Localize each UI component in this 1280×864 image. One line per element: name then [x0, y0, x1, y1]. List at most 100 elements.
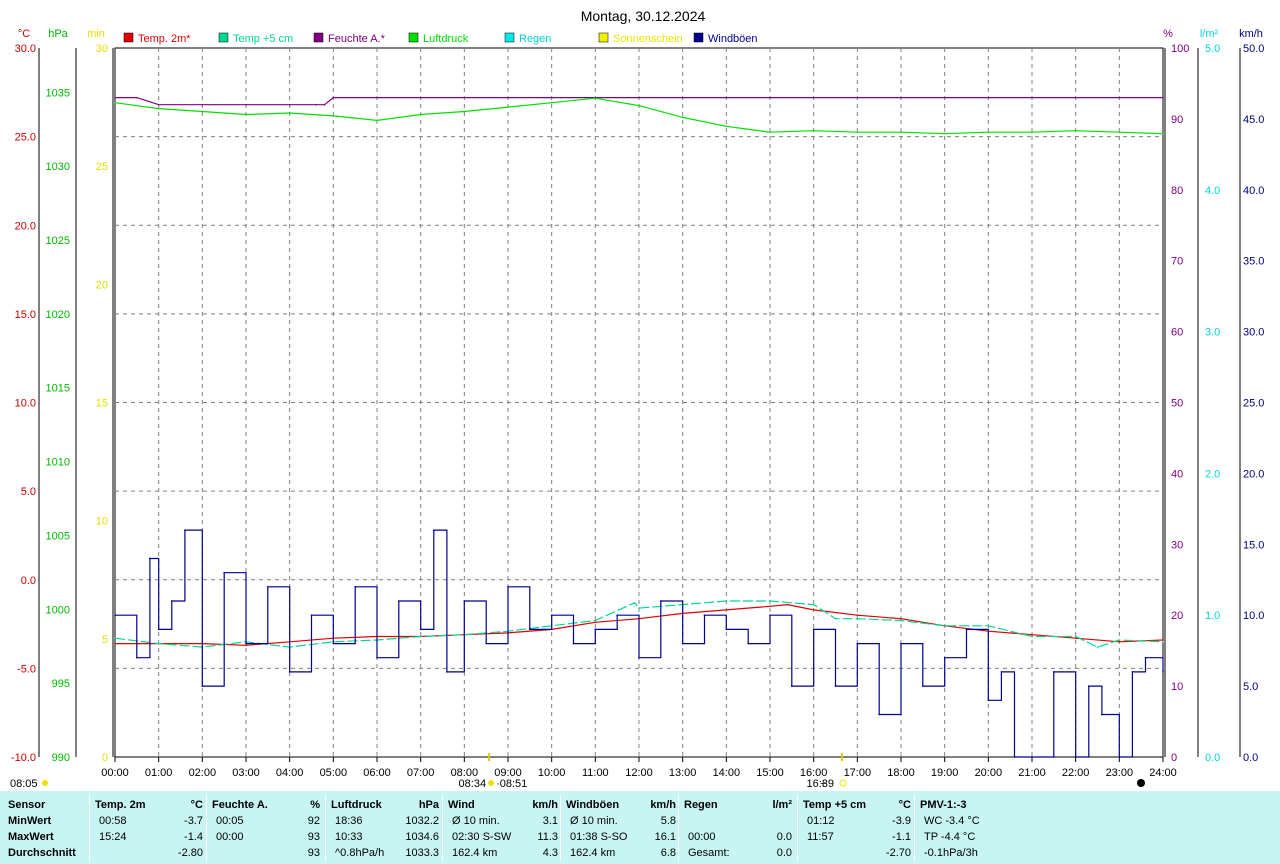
series-point	[1074, 635, 1077, 638]
series-point	[1162, 640, 1164, 643]
series-point	[114, 96, 116, 99]
series-point	[114, 637, 116, 640]
series-point	[703, 614, 706, 616]
legend-swatch	[218, 32, 229, 43]
legend-label: Sonnenschein	[613, 33, 683, 45]
series-point	[900, 619, 902, 622]
series-point	[681, 96, 684, 99]
stats-cell-time: -0.1hPa/3h	[924, 847, 978, 859]
press-tick-label: 1010	[46, 457, 70, 469]
hum-tick-label: 100	[1171, 43, 1189, 55]
wind-tick-label: 15.0	[1243, 539, 1264, 551]
chart-title: Montag, 30.12.2024	[581, 8, 706, 24]
series-point	[725, 600, 728, 602]
series-point	[114, 642, 116, 645]
stats-unit: %	[310, 799, 320, 811]
stats-column-divider	[89, 795, 90, 861]
x-tick-label: 23:00	[1106, 767, 1134, 779]
series-point	[747, 642, 749, 645]
series-point	[507, 106, 509, 108]
stats-row-label: Durchschnitt	[8, 847, 76, 859]
series-point	[594, 621, 597, 624]
x-tick-label: 14:00	[713, 767, 741, 779]
rain-axis-unit: l/m²	[1200, 28, 1219, 40]
series-point	[332, 642, 335, 645]
x-tick-label: 01:00	[145, 767, 173, 779]
temp-tick-label: 25.0	[15, 132, 36, 144]
series-point	[812, 609, 815, 611]
series-point	[1087, 685, 1090, 687]
stats-unit: °C	[190, 799, 203, 811]
legend-swatch	[693, 32, 704, 43]
series-point	[900, 131, 902, 133]
hum-tick-label: 10	[1171, 681, 1183, 693]
sunshine-start-label: 08:05	[10, 778, 38, 790]
hum-axis-unit: %	[1163, 28, 1173, 40]
series-point	[616, 614, 618, 616]
series-point	[1101, 713, 1103, 716]
series-point	[157, 103, 160, 106]
x-tick-label: 19:00	[931, 767, 959, 779]
series-point	[856, 617, 859, 620]
wind-tick-label: 50.0	[1243, 43, 1264, 55]
legend-label: Feuchte A.*	[328, 33, 386, 45]
rain-tick-label: 4.0	[1205, 185, 1220, 197]
hum-tick-label: 50	[1171, 398, 1183, 410]
weather-chart-page: Montag, 30.12.2024 Temp. 2m* Temp +5 cm Fe…	[0, 0, 1280, 864]
series-point	[812, 129, 815, 132]
series-point	[638, 656, 640, 659]
x-tick-label: 03:00	[232, 767, 260, 779]
stats-cell-time: WC -3.4 °C	[924, 815, 980, 827]
wind-axis-unit: km/h	[1239, 28, 1263, 40]
series-point	[1096, 646, 1099, 648]
stats-column-divider	[206, 795, 207, 861]
series-point	[769, 600, 771, 602]
stats-unit: km/h	[650, 799, 676, 811]
series-point	[550, 101, 553, 104]
press-axis-unit: hPa	[48, 28, 68, 40]
series-point	[1074, 96, 1077, 99]
x-tick-label: 24:00	[1149, 767, 1177, 779]
stats-header: PMV-1:-3	[920, 799, 967, 811]
series-point	[1118, 640, 1121, 643]
x-tick-label: 04:00	[276, 767, 304, 779]
temp-axis-unit: °C	[18, 28, 30, 40]
x-tick-label: 10:00	[538, 767, 566, 779]
series-point	[1053, 671, 1055, 673]
x-tick-label: 07:00	[407, 767, 435, 779]
series-point	[812, 603, 815, 606]
series-point	[725, 125, 728, 128]
series-point	[1144, 656, 1147, 659]
x-tick-label: 12:00	[625, 767, 653, 779]
series-point	[987, 131, 990, 133]
series-point	[354, 586, 356, 588]
legend-label: Temp. 2m*	[138, 33, 191, 45]
series-point	[943, 656, 946, 659]
x-tick-label: 17:00	[844, 767, 872, 779]
temp-tick-label: 30.0	[15, 43, 36, 55]
sun-tick-label: 0	[102, 752, 108, 764]
wind-tick-label: 35.0	[1243, 256, 1264, 268]
series-point	[550, 96, 553, 99]
series-point	[114, 614, 116, 616]
temp-tick-label: -10.0	[11, 752, 36, 764]
legend-swatch	[504, 32, 515, 43]
hum-tick-label: 30	[1171, 539, 1183, 551]
wind-tick-label: 0.0	[1243, 752, 1258, 764]
series-point	[769, 614, 771, 616]
stats-cell-value: 16.1	[654, 831, 676, 843]
sunrise-icon	[488, 780, 495, 786]
series-point	[507, 586, 509, 588]
series-point	[419, 113, 422, 116]
series-point	[660, 600, 662, 602]
x-tick-label: 00:00	[101, 767, 129, 779]
legend-swatch	[598, 32, 609, 43]
series-point	[987, 96, 990, 99]
series-point	[149, 557, 151, 560]
hum-tick-label: 40	[1171, 468, 1183, 480]
series-point	[856, 131, 859, 133]
x-tick-label: 06:00	[363, 767, 391, 779]
wind-tick-label: 20.0	[1243, 468, 1264, 480]
series-point	[432, 529, 435, 531]
series-point	[223, 571, 225, 574]
